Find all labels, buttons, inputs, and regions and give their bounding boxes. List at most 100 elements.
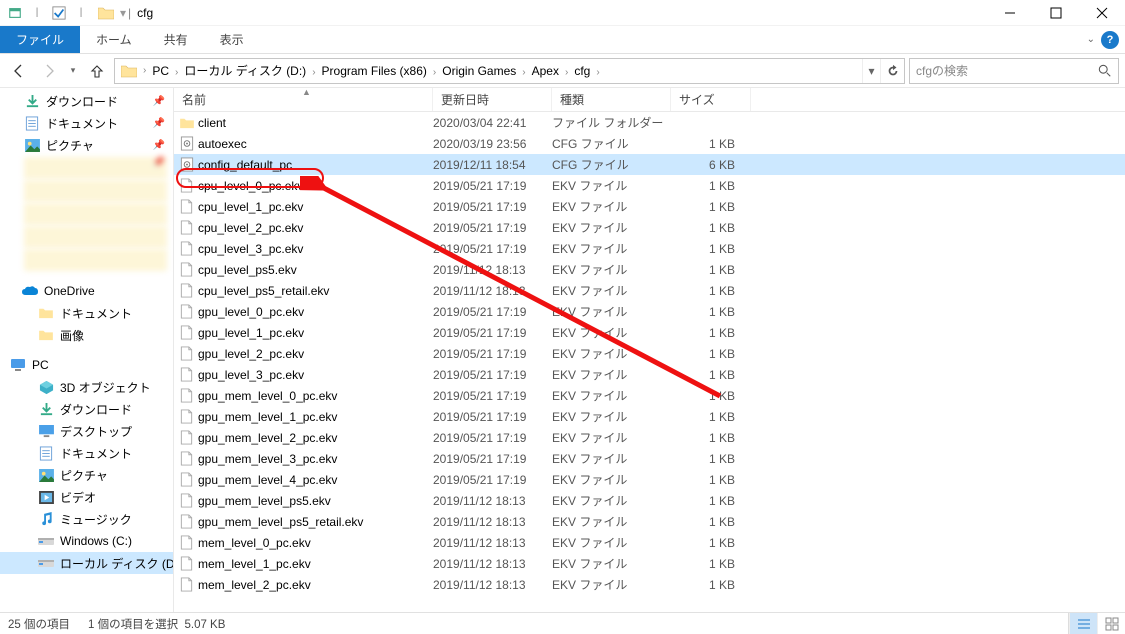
- file-row[interactable]: gpu_mem_level_1_pc.ekv2019/05/21 17:19EK…: [174, 406, 1125, 427]
- sidebar-onedrive-images[interactable]: 画像: [0, 324, 173, 346]
- breadcrumb-item[interactable]: PC: [148, 64, 173, 78]
- folder-icon: [38, 305, 54, 321]
- qat-checkbox-icon[interactable]: [48, 2, 70, 24]
- crumb-arrow[interactable]: ›: [520, 67, 527, 78]
- sidebar-onedrive-docs[interactable]: ドキュメント: [0, 302, 173, 324]
- file-row[interactable]: gpu_level_1_pc.ekv2019/05/21 17:19EKV ファ…: [174, 322, 1125, 343]
- sidebar-pc-item[interactable]: ピクチャ: [0, 464, 173, 486]
- file-size: 1 KB: [671, 452, 743, 466]
- view-details-button[interactable]: [1069, 613, 1097, 634]
- file-row[interactable]: config_default_pc2019/12/11 18:54CFG ファイ…: [174, 154, 1125, 175]
- close-button[interactable]: [1079, 0, 1125, 26]
- ribbon-file-tab[interactable]: ファイル: [0, 26, 80, 53]
- nav-forward-button[interactable]: [36, 58, 62, 84]
- file-name: gpu_mem_level_ps5_retail.ekv: [196, 515, 433, 529]
- file-size: 1 KB: [671, 221, 743, 235]
- file-row[interactable]: cpu_level_2_pc.ekv2019/05/21 17:19EKV ファ…: [174, 217, 1125, 238]
- sidebar-pc-item[interactable]: デスクトップ: [0, 420, 173, 442]
- address-bar[interactable]: › PC›ローカル ディスク (D:)›Program Files (x86)›…: [114, 58, 905, 84]
- file-icon: [174, 556, 196, 571]
- sidebar-onedrive[interactable]: OneDrive: [0, 280, 173, 302]
- file-icon: [174, 430, 196, 445]
- qat-properties-icon[interactable]: [4, 2, 26, 24]
- file-type: CFG ファイル: [552, 156, 671, 173]
- status-size: 5.07 KB: [184, 619, 225, 631]
- search-box[interactable]: cfgの検索: [909, 58, 1119, 84]
- file-row[interactable]: mem_level_0_pc.ekv2019/11/12 18:13EKV ファ…: [174, 532, 1125, 553]
- breadcrumb-item[interactable]: ローカル ディスク (D:): [180, 62, 310, 79]
- ribbon: ファイル ホーム 共有 表示 ⌄ ?: [0, 26, 1125, 54]
- crumb-arrow[interactable]: ›: [310, 67, 317, 78]
- file-row[interactable]: client2020/03/04 22:41ファイル フォルダー: [174, 112, 1125, 133]
- sidebar-pc-item[interactable]: Windows (C:): [0, 530, 173, 552]
- sidebar-quick-item[interactable]: ダウンロード📌: [0, 90, 173, 112]
- sidebar-quick-item[interactable]: ドキュメント📌: [0, 112, 173, 134]
- sidebar-pc-item[interactable]: ドキュメント: [0, 442, 173, 464]
- file-row[interactable]: gpu_mem_level_ps5.ekv2019/11/12 18:13EKV…: [174, 490, 1125, 511]
- ribbon-tab-view[interactable]: 表示: [204, 26, 260, 53]
- file-row[interactable]: gpu_mem_level_ps5_retail.ekv2019/11/12 1…: [174, 511, 1125, 532]
- file-icon: [174, 409, 196, 424]
- crumb-arrow[interactable]: ›: [141, 65, 148, 76]
- file-type: EKV ファイル: [552, 534, 671, 551]
- drive-icon: [38, 533, 54, 549]
- nav-back-button[interactable]: [6, 58, 32, 84]
- breadcrumb-item[interactable]: Origin Games: [438, 64, 520, 78]
- sidebar-quick-item[interactable]: ピクチャ📌: [0, 134, 173, 156]
- help-button[interactable]: ?: [1101, 31, 1119, 49]
- file-row[interactable]: cpu_level_ps5_retail.ekv2019/11/12 18:13…: [174, 280, 1125, 301]
- file-size: 1 KB: [671, 557, 743, 571]
- qat-dropdown-icon[interactable]: ▾: [120, 6, 126, 20]
- file-date: 2019/05/21 17:19: [433, 200, 552, 214]
- status-bar: 25 個の項目 1 個の項目を選択 5.07 KB: [0, 612, 1125, 634]
- file-row[interactable]: gpu_level_0_pc.ekv2019/05/21 17:19EKV ファ…: [174, 301, 1125, 322]
- file-row[interactable]: gpu_mem_level_2_pc.ekv2019/05/21 17:19EK…: [174, 427, 1125, 448]
- file-row[interactable]: cpu_level_3_pc.ekv2019/05/21 17:19EKV ファ…: [174, 238, 1125, 259]
- file-row[interactable]: gpu_mem_level_0_pc.ekv2019/05/21 17:19EK…: [174, 385, 1125, 406]
- ribbon-tab-home[interactable]: ホーム: [80, 26, 148, 53]
- file-row[interactable]: autoexec2020/03/19 23:56CFG ファイル1 KB: [174, 133, 1125, 154]
- nav-history-dropdown[interactable]: ▾: [66, 58, 80, 84]
- file-icon: [174, 283, 196, 298]
- file-row[interactable]: cpu_level_0_pc.ekv2019/05/21 17:19EKV ファ…: [174, 175, 1125, 196]
- breadcrumb-item[interactable]: Program Files (x86): [318, 64, 431, 78]
- crumb-arrow[interactable]: ›: [173, 67, 180, 78]
- file-row[interactable]: cpu_level_ps5.ekv2019/11/12 18:13EKV ファイ…: [174, 259, 1125, 280]
- file-size: 1 KB: [671, 389, 743, 403]
- sidebar-pc-item[interactable]: ミュージック: [0, 508, 173, 530]
- column-header-type[interactable]: 種類: [552, 88, 671, 111]
- column-header-size[interactable]: サイズ: [671, 88, 751, 111]
- refresh-button[interactable]: [880, 59, 904, 83]
- breadcrumb-item[interactable]: Apex: [528, 64, 563, 78]
- file-type: ファイル フォルダー: [552, 114, 671, 131]
- file-icon: [174, 178, 196, 193]
- nav-up-button[interactable]: [84, 58, 110, 84]
- file-row[interactable]: gpu_level_2_pc.ekv2019/05/21 17:19EKV ファ…: [174, 343, 1125, 364]
- navigation-pane[interactable]: ダウンロード📌ドキュメント📌ピクチャ📌 📌 OneDrive ドキュメント 画像…: [0, 88, 174, 612]
- view-icons-button[interactable]: [1097, 613, 1125, 634]
- file-list[interactable]: client2020/03/04 22:41ファイル フォルダーautoexec…: [174, 112, 1125, 612]
- file-row[interactable]: gpu_level_3_pc.ekv2019/05/21 17:19EKV ファ…: [174, 364, 1125, 385]
- sidebar-pc-item[interactable]: ビデオ: [0, 486, 173, 508]
- sidebar-pc-item[interactable]: ダウンロード: [0, 398, 173, 420]
- file-row[interactable]: mem_level_2_pc.ekv2019/11/12 18:13EKV ファ…: [174, 574, 1125, 595]
- column-header-date[interactable]: 更新日時: [433, 88, 552, 111]
- sidebar-pc-item[interactable]: ローカル ディスク (D: [0, 552, 173, 574]
- ribbon-expand-icon[interactable]: ⌄: [1087, 34, 1095, 45]
- crumb-arrow[interactable]: ›: [563, 67, 570, 78]
- address-dropdown-icon[interactable]: ▾: [862, 59, 880, 83]
- file-row[interactable]: gpu_mem_level_3_pc.ekv2019/05/21 17:19EK…: [174, 448, 1125, 469]
- maximize-button[interactable]: [1033, 0, 1079, 26]
- sidebar-pc[interactable]: PC: [0, 354, 173, 376]
- minimize-button[interactable]: [987, 0, 1033, 26]
- crumb-arrow[interactable]: ›: [594, 67, 601, 78]
- file-row[interactable]: gpu_mem_level_4_pc.ekv2019/05/21 17:19EK…: [174, 469, 1125, 490]
- file-row[interactable]: cpu_level_1_pc.ekv2019/05/21 17:19EKV ファ…: [174, 196, 1125, 217]
- ribbon-tab-share[interactable]: 共有: [148, 26, 204, 53]
- sidebar-pc-item[interactable]: 3D オブジェクト: [0, 376, 173, 398]
- navigation-row: ▾ › PC›ローカル ディスク (D:)›Program Files (x86…: [0, 54, 1125, 88]
- file-row[interactable]: mem_level_1_pc.ekv2019/11/12 18:13EKV ファ…: [174, 553, 1125, 574]
- breadcrumb-item[interactable]: cfg: [570, 64, 594, 78]
- crumb-arrow[interactable]: ›: [431, 67, 438, 78]
- file-size: 1 KB: [671, 326, 743, 340]
